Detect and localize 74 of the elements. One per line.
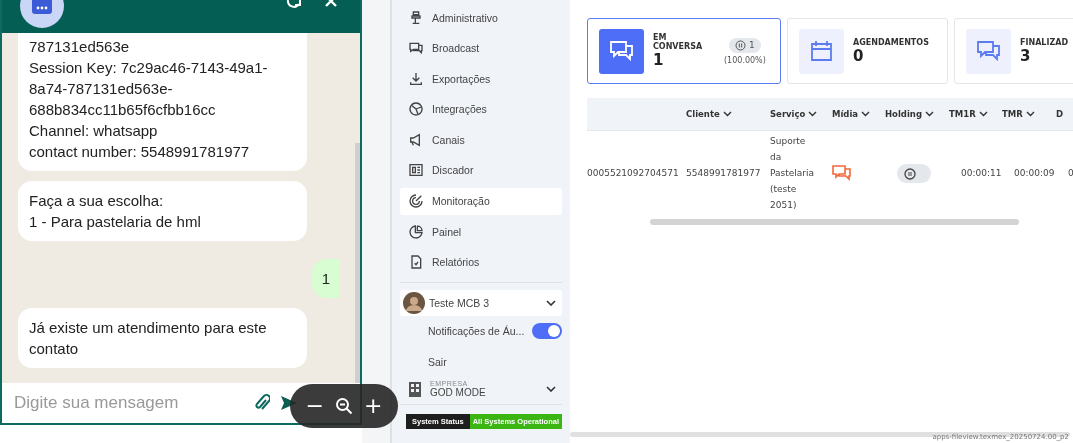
table-cell: 00:00:09: [1014, 168, 1055, 178]
sidebar-item[interactable]: Exportações: [400, 65, 562, 93]
chat-icon: [599, 28, 644, 74]
logout-link[interactable]: Sair: [428, 356, 562, 369]
column-header[interactable]: TMR: [1002, 109, 1035, 119]
menu-item-icon: [408, 223, 424, 240]
chevron-icon: [546, 385, 556, 392]
card-title: AGENDAMENTOS: [853, 37, 929, 47]
card-value: 3: [1020, 46, 1032, 65]
card-value: 0: [853, 46, 865, 65]
table-cell: 0005521092704571: [587, 168, 679, 178]
chat-icon: [966, 28, 1011, 74]
table-cell: 5548991781977: [686, 168, 761, 178]
column-header[interactable]: TM1R: [949, 109, 988, 119]
chevron-icon: [808, 111, 818, 117]
paperclip-icon[interactable]: [254, 394, 270, 412]
pause-button[interactable]: [897, 163, 931, 183]
sidebar-item[interactable]: Broadcast: [400, 34, 562, 62]
message-bubble: Já existe um atendimento para este contato: [18, 308, 307, 368]
table-cell: 0: [1068, 168, 1073, 178]
card-value: 1: [653, 51, 665, 69]
building-icon: [408, 380, 422, 397]
sidebar-item[interactable]: Monitoração: [400, 187, 562, 215]
pause-icon: [904, 167, 916, 180]
chevron-icon: [925, 111, 934, 117]
menu-item-icon: [408, 9, 424, 26]
column-header[interactable]: Cliente: [686, 109, 732, 119]
chat-icon: [832, 164, 851, 182]
chevron-icon: [1025, 111, 1035, 117]
sidebar-item[interactable]: Canais: [400, 126, 562, 154]
calendar-icon: [799, 28, 844, 74]
zoom-icon[interactable]: [335, 397, 353, 415]
refresh-icon[interactable]: [286, 0, 302, 8]
paused-count: 1: [749, 40, 755, 50]
notifications-toggle[interactable]: [532, 323, 562, 340]
chevron-icon: [978, 111, 988, 117]
card-title: FINALIZAD: [1020, 37, 1069, 47]
user-menu[interactable]: Teste MCB 3: [400, 289, 562, 316]
card-title: EM CONVERSA: [653, 33, 704, 51]
chevron-icon: [722, 111, 732, 117]
close-icon[interactable]: [324, 0, 338, 8]
menu-item-icon: [408, 162, 424, 179]
column-header[interactable]: D: [1056, 109, 1064, 119]
column-header[interactable]: Holding: [885, 109, 934, 119]
robot-icon: [18, 0, 66, 30]
sidebar-item[interactable]: Administrativo: [400, 4, 562, 31]
stat-card[interactable]: AGENDAMENTOS 0: [787, 18, 948, 84]
sidebar-item[interactable]: Integrações: [400, 95, 562, 123]
menu-item-icon: [408, 254, 424, 271]
menu-item-icon: [408, 101, 424, 118]
stat-card[interactable]: EM CONVERSA 1 1 (100.00%): [587, 18, 781, 84]
sidebar-item[interactable]: Painel: [400, 218, 562, 246]
menu-item-icon: [408, 70, 424, 87]
pause-icon: [735, 39, 747, 51]
zoom-out-button[interactable]: −: [301, 395, 328, 417]
sidebar-item[interactable]: Relatórios: [400, 248, 562, 276]
avatar: [403, 291, 425, 314]
sidebar-item[interactable]: Discador: [400, 156, 562, 184]
menu-item-icon: [408, 193, 424, 210]
column-header[interactable]: Mídia: [832, 109, 871, 119]
stat-card[interactable]: FINALIZAD 3: [954, 18, 1073, 84]
message-field[interactable]: Digite sua mensagem: [12, 392, 244, 414]
company-name: GOD MODE: [430, 386, 487, 398]
notifications-label: Notificações de Áu...: [428, 325, 526, 338]
table-cell: 00:00:11: [961, 168, 1002, 178]
zoom-in-button[interactable]: +: [360, 395, 387, 417]
column-header[interactable]: Serviço: [770, 109, 818, 119]
table-cell-text: Suporte da Pastelaria (teste 2051): [770, 135, 816, 212]
message-bubble: 787131ed563e Session Key: 7c29ac46-7143-49a1- 8a74-787131ed563e- 688b834cc11b65f6cfbb16cc Channel: whatsapp contact number: 5548991781977: [18, 33, 307, 171]
percent-label: (100.00%): [724, 55, 766, 65]
menu-item-icon: [408, 40, 424, 57]
message-bubble: 1: [311, 259, 340, 298]
message-bubble: Faça a sua escolha: 1 - Para pastelaria de hml: [18, 181, 307, 241]
chevron-icon: [861, 111, 871, 117]
